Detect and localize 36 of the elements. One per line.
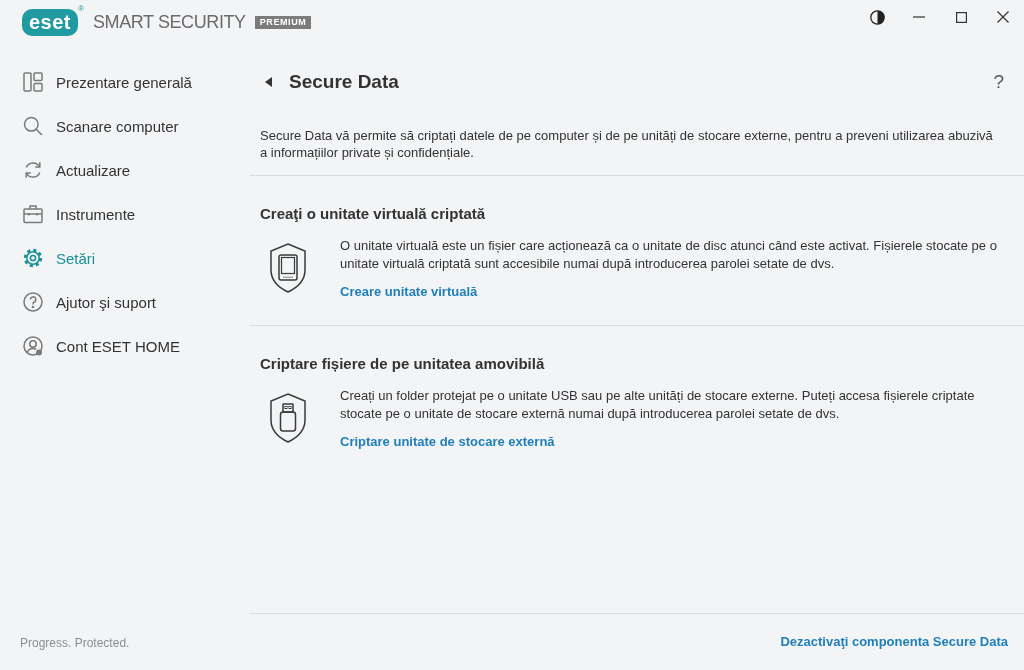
- sidebar-item[interactable]: Scanare computer: [0, 104, 230, 148]
- page-title: Secure Data: [289, 70, 399, 94]
- edition-badge: PREMIUM: [254, 16, 312, 29]
- section-title: Criptare fișiere de pe unitatea amovibilă: [260, 354, 546, 374]
- help-button[interactable]: ?: [991, 71, 1006, 93]
- section-description: O unitate virtuală este un fișier care acționează ca o unitate de disc atunci când este activat. Fișierele stocate pe o unitate virtuală criptată sunt accesibile numai după introducerea parolei setate de dvs.: [340, 237, 998, 273]
- sidebar-item[interactable]: Ajutor şi suport: [0, 280, 230, 324]
- section-link[interactable]: Criptare unitate de stocare externă: [340, 433, 555, 451]
- user-circle-icon: [23, 336, 43, 356]
- registered-mark: ®: [78, 4, 84, 13]
- half-circle-icon: [869, 9, 885, 25]
- overview-tiles-icon: [23, 72, 43, 92]
- section-link[interactable]: Creare unitate virtuală: [340, 283, 478, 301]
- minimize-icon: [913, 16, 925, 18]
- close-icon: [997, 11, 1009, 23]
- shield-drive-icon: [270, 243, 306, 293]
- sidebar-item[interactable]: Prezentare generală: [0, 60, 230, 104]
- sidebar-item[interactable]: Cont ESET HOME: [0, 324, 230, 368]
- sidebar-item[interactable]: Setări: [0, 236, 230, 280]
- brand-logo: eset: [22, 9, 79, 36]
- sidebar-item[interactable]: Instrumente: [0, 192, 230, 236]
- briefcase-icon: [23, 204, 43, 224]
- settings-icon: [23, 248, 43, 268]
- disable-component-link[interactable]: Dezactivaţi componenta Secure Data: [780, 633, 1008, 651]
- product-name: SMART SECURITY: [92, 12, 246, 33]
- shield-usb-icon: [270, 393, 306, 443]
- sidebar-item[interactable]: Actualizare: [0, 148, 230, 192]
- help-circle-icon: [23, 292, 43, 312]
- tagline: Progress. Protected.: [20, 635, 130, 651]
- section-title: Creaţi o unitate virtuală criptată: [260, 204, 487, 224]
- back-caret-icon: [264, 77, 272, 87]
- page-description: Secure Data vă permite să criptați datele de pe computer și de pe unități de stocare externe, pentru a preveni utilizarea abuzivă a informațiilor private și confidențiale.: [260, 127, 994, 161]
- maximize-icon: [955, 11, 967, 23]
- section-description: Creați un folder protejat pe o unitate USB sau pe alte unități de stocare externe. Puteți accesa fișierele criptate stocate pe o unitate de stocare externă numai după introducerea parolei setate de dvs.: [340, 387, 976, 423]
- search-icon: [23, 116, 43, 136]
- refresh-icon: [23, 160, 43, 180]
